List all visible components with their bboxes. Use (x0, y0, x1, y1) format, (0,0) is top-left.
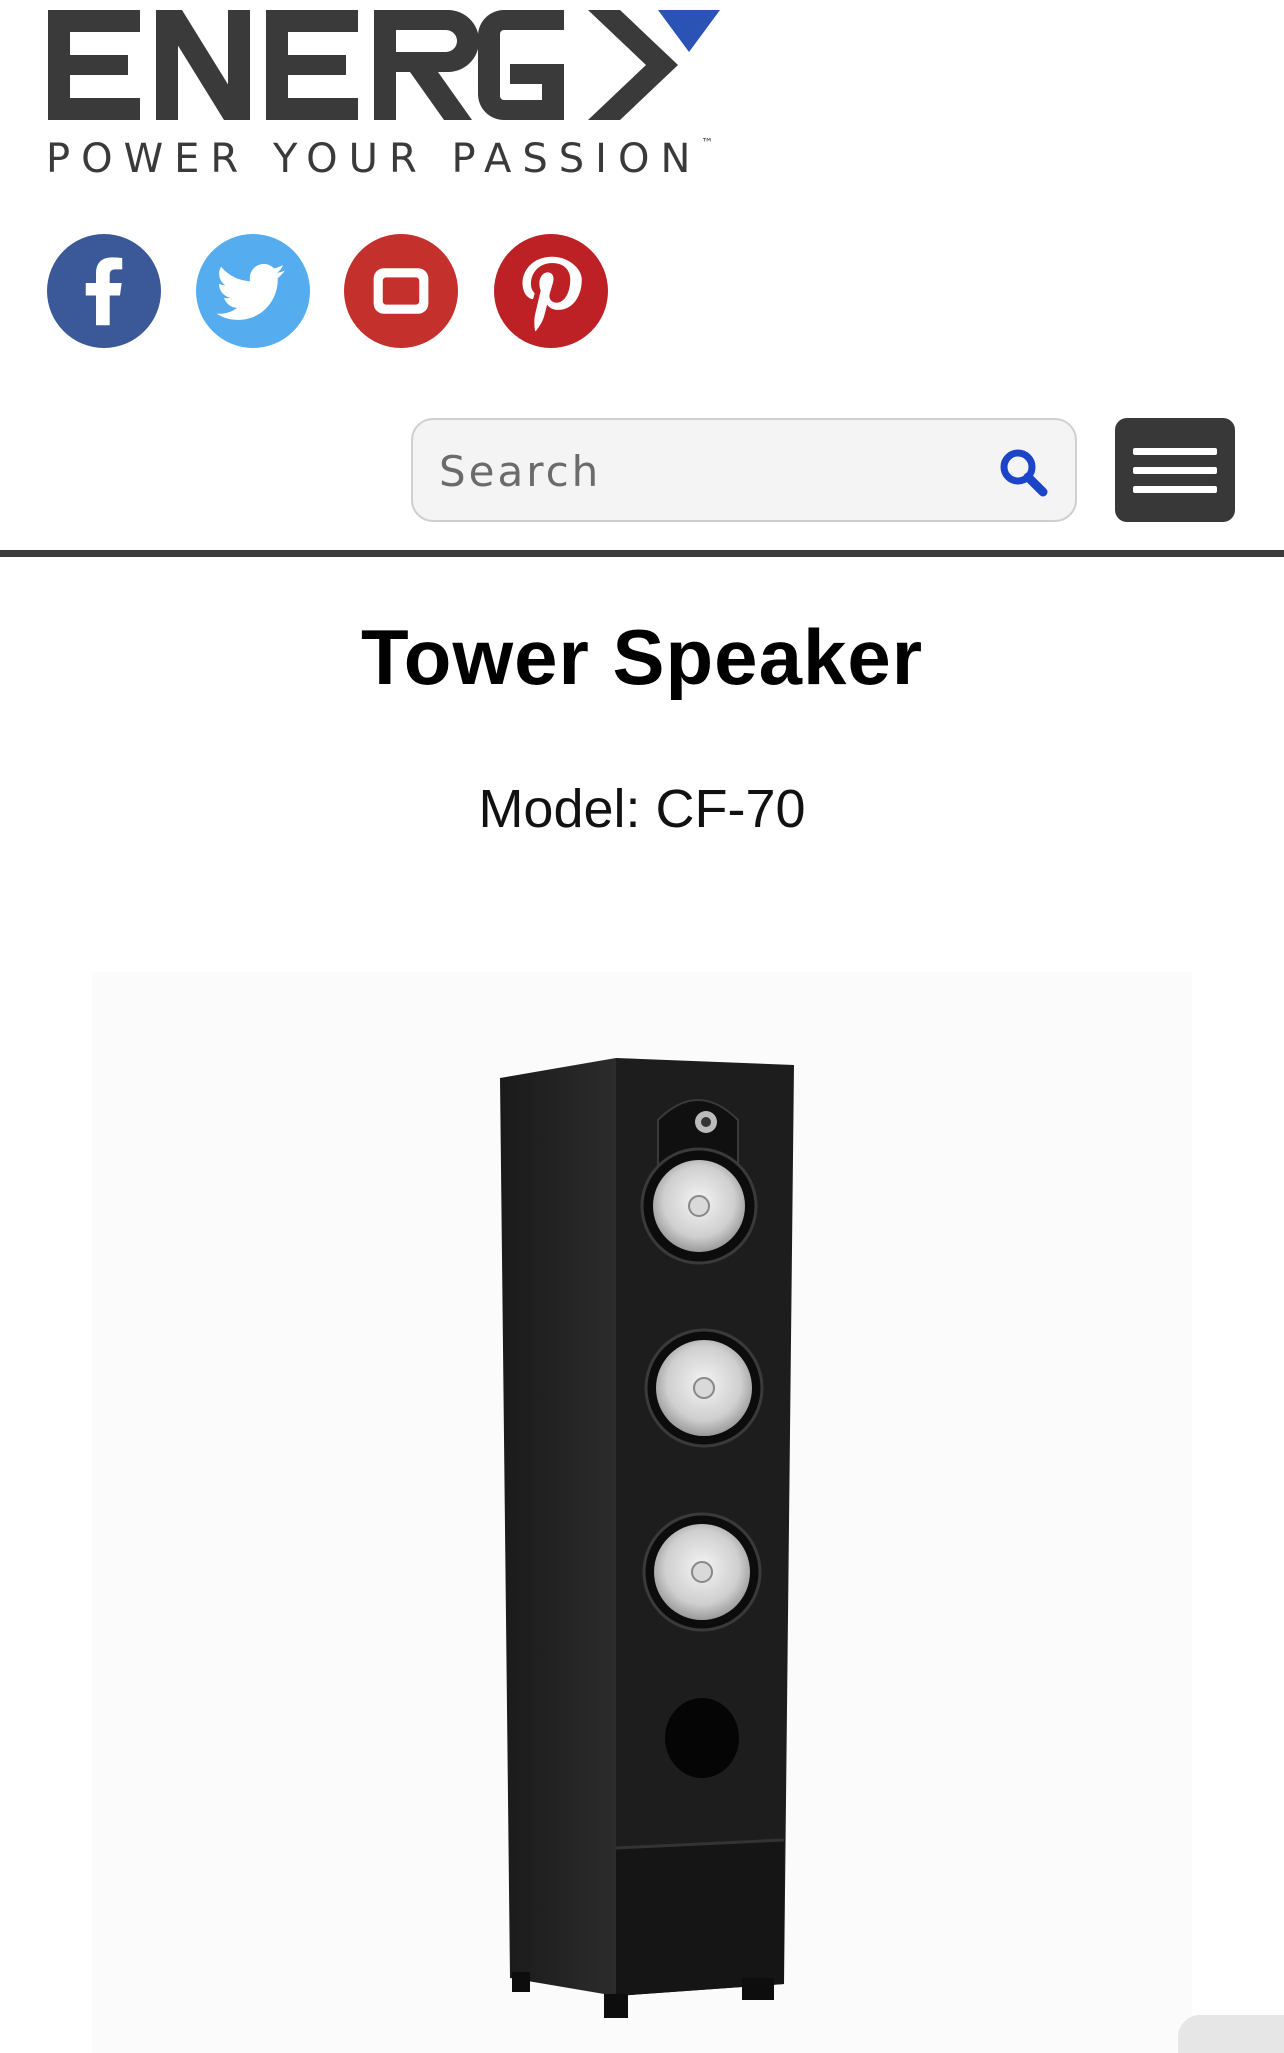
product-image[interactable] (92, 972, 1192, 2053)
search-input[interactable] (437, 440, 981, 502)
scroll-to-top-tab[interactable] (1178, 2015, 1284, 2053)
menu-line (1133, 467, 1217, 474)
youtube-icon[interactable] (344, 234, 458, 348)
twitter-icon[interactable] (196, 234, 310, 348)
pinterest-icon[interactable] (494, 234, 608, 348)
header-divider (0, 550, 1284, 557)
menu-line (1133, 486, 1217, 493)
hamburger-menu-icon[interactable] (1115, 418, 1235, 522)
brand-tagline: POWER YOUR PASSION™ (46, 136, 714, 182)
page-title: Tower Speaker (360, 613, 924, 701)
search-icon[interactable] (997, 446, 1049, 498)
facebook-icon[interactable] (47, 234, 161, 348)
search-box[interactable] (411, 418, 1077, 522)
menu-line (1133, 448, 1217, 455)
product-model: Model: CF-70 (478, 779, 806, 839)
